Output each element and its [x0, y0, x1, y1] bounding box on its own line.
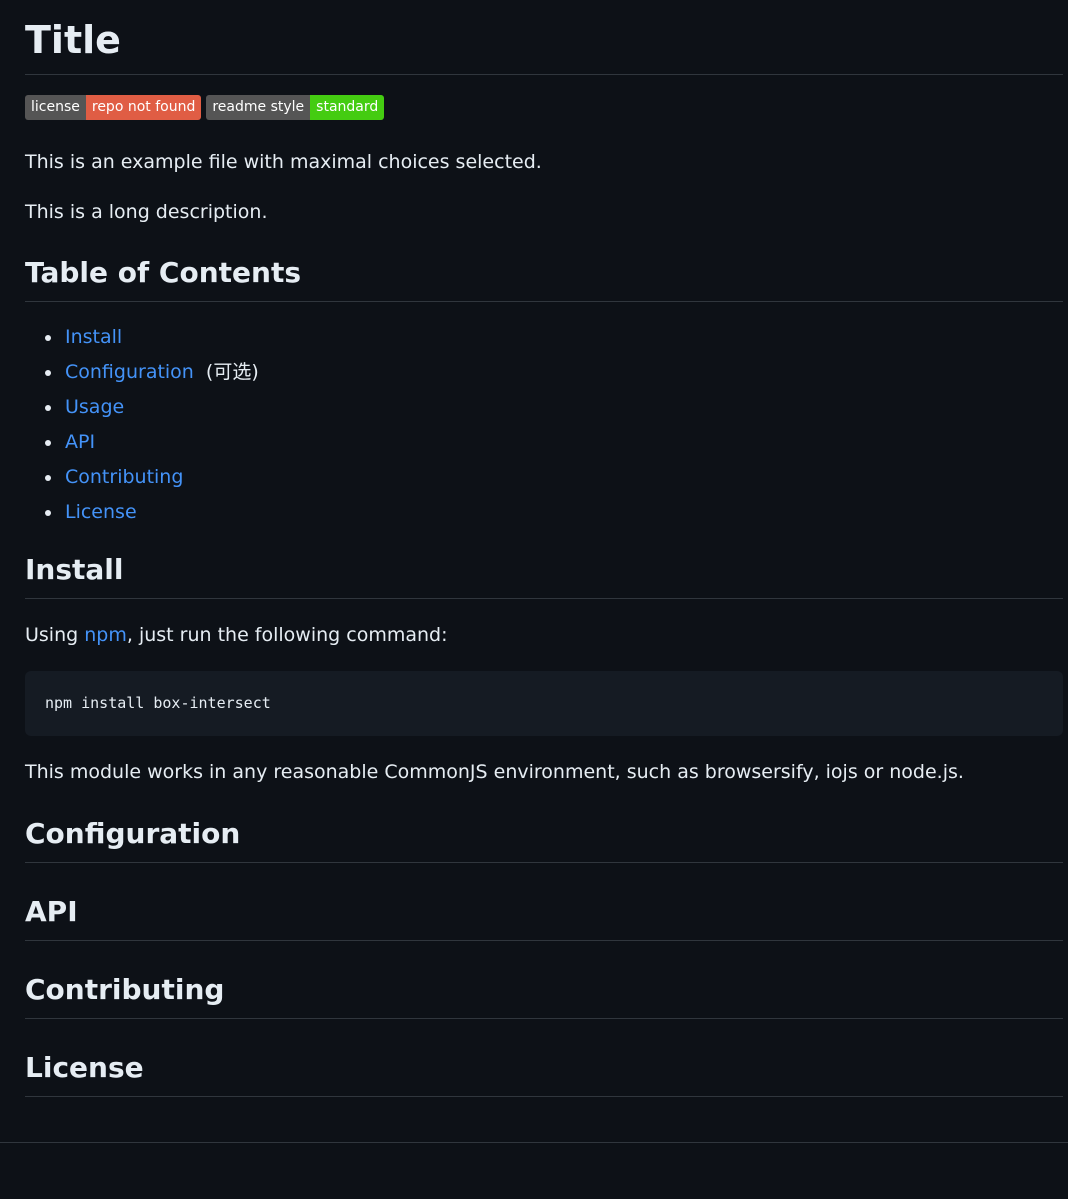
configuration-heading: Configuration — [25, 814, 1063, 863]
short-description: This is an example file with maximal cho… — [25, 151, 542, 173]
toc-link-install[interactable]: Install — [65, 326, 122, 348]
list-item: Contributing — [45, 460, 1063, 495]
toc-link-contributing[interactable]: Contributing — [65, 466, 183, 488]
toc-link-license[interactable]: License — [65, 501, 137, 523]
badge-value: standard — [310, 95, 385, 120]
license-heading: License — [25, 1048, 1063, 1097]
footer-divider — [0, 1142, 1068, 1143]
readme-content: Title license repo not found readme styl… — [25, 0, 1063, 1097]
contributing-heading: Contributing — [25, 970, 1063, 1019]
optional-note: (可选) — [205, 361, 259, 383]
page-title: Title — [25, 0, 1063, 75]
list-item: Install — [45, 320, 1063, 355]
code-block[interactable]: npm install box-intersect — [25, 671, 1063, 736]
toc-link-configuration[interactable]: Configuration — [65, 361, 194, 383]
install-text-before: Using — [25, 624, 85, 646]
install-text-after: , just run the following command: — [126, 624, 448, 646]
toc-heading: Table of Contents — [25, 253, 1063, 302]
list-item: API — [45, 425, 1063, 460]
npm-link[interactable]: npm — [84, 624, 127, 646]
badge-row: license repo not found readme style stan… — [25, 95, 1063, 120]
environment-note: This module works in any reasonable Comm… — [25, 761, 964, 783]
toc-link-usage[interactable]: Usage — [65, 396, 124, 418]
toc-link-api[interactable]: API — [65, 431, 95, 453]
list-item: Usage — [45, 390, 1063, 425]
list-item: Configuration (可选) — [45, 355, 1063, 390]
toc-list: Install Configuration (可选) Usage API Con… — [25, 320, 1063, 530]
install-instructions: Using npm, just run the following comman… — [25, 621, 1063, 649]
badge-label: readme style — [206, 95, 311, 120]
badge-value: repo not found — [85, 95, 202, 120]
install-command: npm install box-intersect — [45, 694, 271, 712]
api-heading: API — [25, 892, 1063, 941]
license-badge[interactable]: license repo not found — [25, 95, 202, 120]
long-description: This is a long description. — [25, 201, 268, 223]
install-heading: Install — [25, 550, 1063, 599]
badge-label: license — [25, 95, 86, 120]
readme-style-badge[interactable]: readme style standard — [206, 95, 385, 120]
list-item: License — [45, 495, 1063, 530]
